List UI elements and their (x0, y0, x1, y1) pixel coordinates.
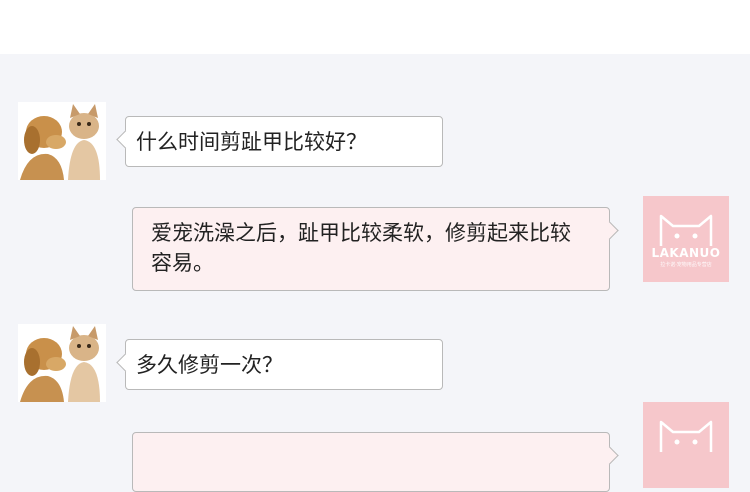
message-bubble-outgoing[interactable] (132, 432, 619, 492)
lakanuo-cat-logo[interactable]: LAKANUO 拉卡诺·宠物用品专营店 (643, 196, 729, 282)
top-bar (0, 0, 750, 54)
message-bubble-incoming[interactable]: 多久修剪一次？ (116, 339, 443, 390)
message-text: 多久修剪一次？ (136, 353, 283, 377)
chat-area: 什么时间剪趾甲比较好？ 爱宠洗澡之后，趾甲比较柔软，修剪起来比较容易。 LAKA… (0, 54, 750, 492)
dog-and-cat-avatar[interactable] (18, 324, 106, 402)
message-text: 爱宠洗澡之后，趾甲比较柔软，修剪起来比较容易。 (151, 221, 571, 275)
brand-name: LAKANUO (651, 246, 721, 260)
message-text: 什么时间剪趾甲比较好？ (136, 130, 367, 154)
message-bubble-incoming[interactable]: 什么时间剪趾甲比较好？ (116, 116, 443, 167)
lakanuo-cat-logo[interactable] (643, 402, 729, 488)
bubble-tail (116, 353, 135, 372)
bubble-tail (116, 130, 135, 149)
bubble-tail (600, 446, 619, 465)
message-bubble-outgoing[interactable]: 爱宠洗澡之后，趾甲比较柔软，修剪起来比较容易。 (132, 207, 619, 291)
dog-and-cat-avatar[interactable] (18, 102, 106, 180)
brand-tagline: 拉卡诺·宠物用品专营店 (660, 262, 712, 268)
bubble-tail (600, 221, 619, 240)
